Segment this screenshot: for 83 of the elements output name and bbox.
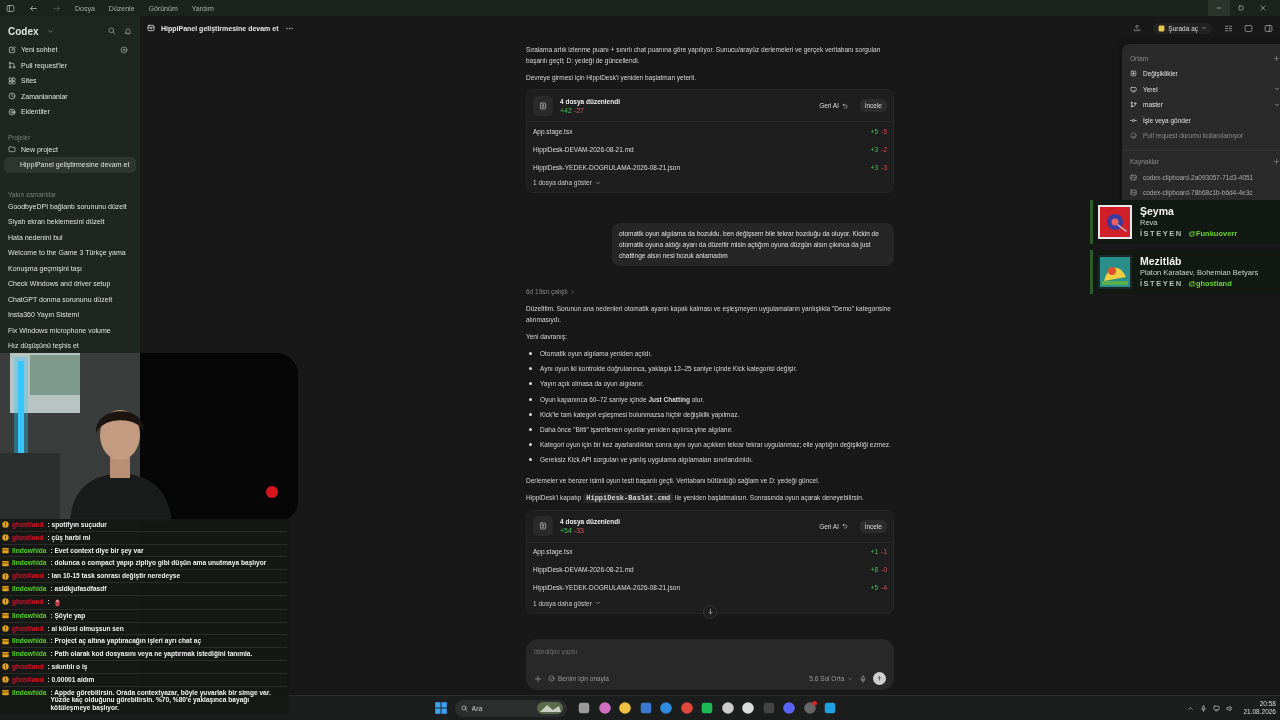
add-icon[interactable]	[1273, 158, 1280, 165]
sidebar-toggle-icon[interactable]	[6, 3, 15, 13]
chevron-down-icon	[594, 179, 601, 186]
bullet-dot	[529, 352, 532, 355]
menu-item-icon	[1130, 132, 1137, 140]
back-arrow-icon[interactable]	[29, 3, 38, 13]
bullet-dot	[529, 367, 532, 371]
chevron-down-icon	[1201, 25, 1207, 31]
diff-view-icon[interactable]	[1224, 23, 1233, 33]
chevron-down-icon[interactable]	[46, 27, 54, 35]
box-badge-icon	[2, 688, 9, 696]
coin-badge-icon	[2, 534, 9, 542]
coin-badge-icon	[2, 663, 9, 671]
app-name[interactable]: Codex	[8, 25, 39, 37]
scroll-down-button[interactable]	[703, 604, 717, 619]
undo-icon	[841, 102, 848, 109]
terminal-icon[interactable]	[1244, 23, 1253, 33]
chevron-down-icon	[1274, 101, 1280, 108]
app-icon	[1158, 24, 1166, 32]
coin-badge-icon	[2, 676, 9, 684]
panel-icon[interactable]	[1264, 23, 1273, 33]
nav-icon	[8, 61, 16, 70]
bullet-dot	[529, 443, 532, 447]
box-badge-icon	[2, 547, 9, 554]
document-icon	[539, 101, 547, 110]
document-icon	[539, 522, 547, 530]
bullet-dot	[529, 397, 532, 401]
bullet-dot	[529, 427, 532, 431]
share-icon[interactable]	[1133, 24, 1142, 32]
menu-item-icon	[1130, 116, 1137, 124]
start-icon[interactable]	[434, 701, 448, 715]
chevron-down-icon	[1274, 86, 1280, 93]
chevron-up-icon[interactable]	[1186, 704, 1194, 712]
image-file-icon	[1130, 189, 1137, 197]
app-icon[interactable]	[618, 701, 632, 715]
menu-item-icon	[1130, 70, 1137, 78]
add-icon[interactable]	[1273, 54, 1280, 62]
chevron-down-icon	[594, 600, 601, 606]
coin-badge-icon	[2, 572, 9, 580]
song-title: Şeyma	[1140, 205, 1175, 217]
speaker-icon[interactable]	[1225, 704, 1233, 712]
shield-icon	[548, 675, 555, 682]
add-icon[interactable]	[534, 674, 542, 683]
nav-icon	[8, 76, 16, 85]
bell-icon[interactable]	[124, 27, 132, 35]
microphone-icon[interactable]	[1199, 704, 1207, 712]
nav-icon	[8, 92, 16, 101]
search-icon[interactable]	[108, 27, 116, 35]
menu-item-icon	[1130, 101, 1137, 109]
send-icon	[876, 675, 883, 682]
undo-icon	[841, 523, 848, 529]
box-badge-icon	[2, 612, 9, 620]
box-badge-icon	[2, 585, 9, 593]
app-icon[interactable]	[700, 701, 714, 715]
box-badge-icon	[2, 559, 9, 567]
chevron-right-icon	[569, 288, 576, 295]
coin-badge-icon	[2, 598, 9, 606]
bullet-dot	[529, 382, 532, 386]
folder-icon	[8, 145, 16, 154]
nav-icon	[8, 107, 16, 116]
compose-status-icon[interactable]	[120, 45, 128, 54]
archive-box-icon	[147, 24, 155, 32]
bullet-dot	[529, 458, 532, 462]
coin-badge-icon	[2, 521, 9, 529]
network-icon[interactable]	[1212, 704, 1220, 712]
arrow-down-icon	[706, 608, 714, 615]
box-badge-icon	[2, 650, 9, 658]
app-icon[interactable]	[597, 701, 612, 715]
app-icon[interactable]	[823, 701, 837, 715]
app-icon[interactable]	[577, 701, 591, 715]
box-badge-icon	[2, 637, 9, 645]
menu-item-icon	[1130, 85, 1137, 93]
app-icon[interactable]	[720, 701, 735, 715]
nav-icon	[8, 45, 16, 54]
app-icon[interactable]	[741, 701, 755, 715]
image-file-icon	[1130, 173, 1137, 181]
song-title: Mezitláb	[1140, 255, 1183, 267]
chevron-down-icon	[847, 675, 853, 682]
send-button[interactable]	[873, 672, 886, 685]
coin-badge-icon	[2, 624, 9, 632]
microphone-icon[interactable]	[859, 674, 867, 683]
bullet-dot	[529, 412, 532, 416]
search-icon	[460, 704, 468, 712]
